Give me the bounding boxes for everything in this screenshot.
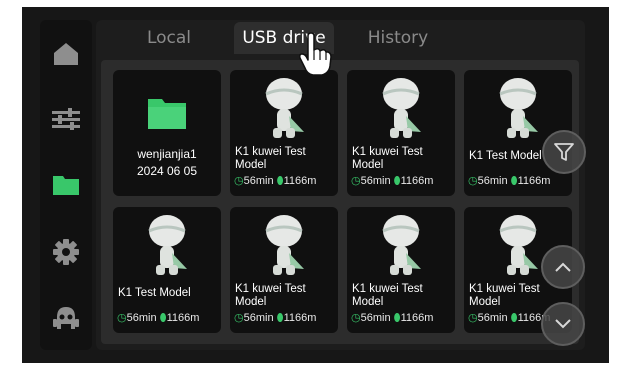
print-time: 56min (477, 175, 508, 187)
folder-card[interactable]: wenjianjia1 2024 06 05 (113, 70, 221, 196)
model-thumbnail-icon (499, 78, 538, 138)
sidebar-item-settings-sliders[interactable] (40, 99, 92, 139)
sliders-icon (52, 108, 80, 130)
folder-icon (148, 99, 186, 129)
sidebar (40, 20, 92, 350)
model-thumbnail-icon (148, 215, 187, 275)
model-card[interactable]: K1 kuwei Test Model ◷56min ⬮1166m (347, 207, 455, 333)
tab-history[interactable]: History (348, 22, 448, 54)
print-time: 56min (126, 312, 157, 324)
folder-date: 2024 06 05 (136, 164, 198, 178)
filament-length: 1166m (283, 312, 317, 324)
sidebar-item-files[interactable] (40, 165, 92, 205)
model-card[interactable]: K1 Test Model ◷56min ⬮1166m (113, 207, 221, 333)
model-thumbnail-icon (382, 78, 421, 138)
sidebar-item-home[interactable] (40, 34, 92, 74)
model-meta: ◷56min ⬮1166m (117, 312, 200, 324)
hand-cursor-icon (299, 32, 332, 76)
model-card[interactable]: K1 kuwei Test Model ◷56min ⬮1166m (347, 70, 455, 196)
model-thumbnail-icon (265, 78, 304, 138)
sidebar-item-settings[interactable] (40, 232, 92, 272)
model-meta: ◷56min ⬮1166m (351, 312, 434, 324)
model-meta: ◷56min ⬮1166m (234, 312, 317, 324)
scroll-up-button[interactable] (541, 245, 585, 289)
model-name: K1 kuwei Test Model (352, 283, 423, 308)
robot-icon (53, 307, 79, 329)
filament-length: 1166m (166, 312, 200, 324)
folder-icon (53, 176, 79, 195)
filament-length: 1166m (400, 312, 434, 324)
model-name: K1 Test Model (118, 287, 191, 299)
model-thumbnail-icon (382, 215, 421, 275)
model-name: K1 kuwei Test Model (352, 146, 423, 171)
model-meta: ◷56min ⬮1166m (351, 175, 434, 187)
gear-icon (53, 239, 79, 265)
filter-button[interactable] (542, 130, 586, 174)
sidebar-item-device[interactable] (40, 298, 92, 338)
filter-icon (554, 143, 574, 161)
print-time: 56min (360, 312, 391, 324)
folder-name: wenjianjia1 (137, 147, 197, 161)
filament-length: 1166m (283, 175, 317, 187)
chevron-down-icon (555, 319, 571, 329)
tab-local[interactable]: Local (124, 22, 214, 54)
model-name: K1 kuwei Test Model (235, 146, 306, 171)
model-name: K1 kuwei Test Model (235, 283, 306, 308)
model-card[interactable]: K1 kuwei Test Model ◷56min ⬮1166m (230, 70, 338, 196)
print-time: 56min (360, 175, 391, 187)
scroll-down-button[interactable] (541, 302, 585, 346)
model-meta: ◷56min ⬮1166m (468, 312, 551, 324)
filament-length: 1166m (400, 175, 434, 187)
print-time: 56min (477, 312, 508, 324)
home-icon (54, 43, 78, 65)
model-thumbnail-icon (499, 215, 538, 275)
model-thumbnail-icon (265, 215, 304, 275)
tab-bar: Local USB drive History (96, 20, 585, 56)
print-time: 56min (243, 312, 274, 324)
chevron-up-icon (555, 262, 571, 272)
print-time: 56min (243, 175, 274, 187)
model-card[interactable]: K1 kuwei Test Model ◷56min ⬮1166m (230, 207, 338, 333)
filament-length: 1166m (517, 175, 551, 187)
model-meta: ◷56min ⬮1166m (468, 175, 551, 187)
model-meta: ◷56min ⬮1166m (234, 175, 317, 187)
